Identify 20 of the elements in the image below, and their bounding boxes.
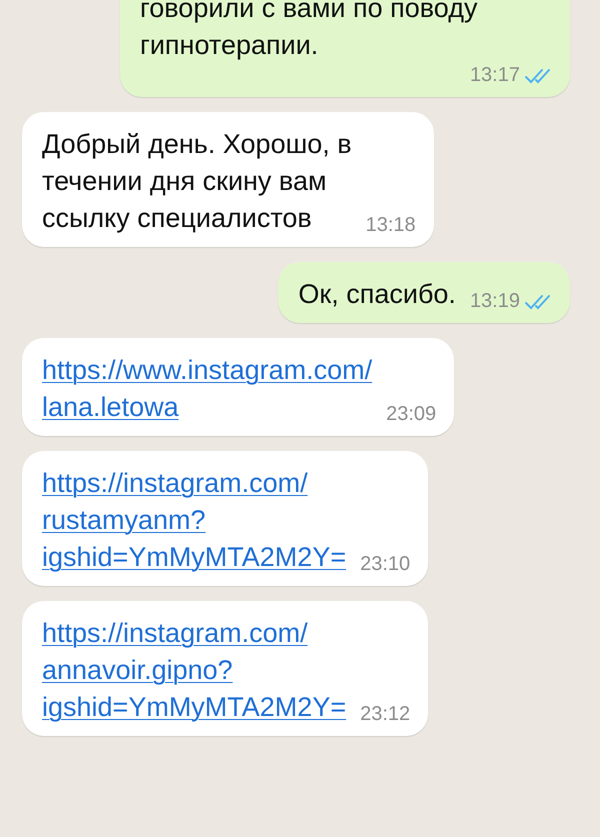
outgoing-message-bubble[interactable]: говорили с вами по поводу гипнотерапии. 13:17	[120, 0, 570, 97]
message-link[interactable]: https://instagram.com/ rustamyanm? igshid=YmMyMTA2M2Y=	[42, 465, 346, 576]
incoming-message-bubble[interactable]: https://instagram.com/ annavoir.gipno? igshid=YmMyMTA2M2Y= 23:12	[22, 601, 428, 736]
message-text: Добрый день. Хорошо, в течении дня скину вам ссылку специалистов	[42, 128, 352, 235]
read-receipt-icon	[524, 292, 552, 310]
message-link[interactable]: https://instagram.com/ annavoir.gipno? igshid=YmMyMTA2M2Y=	[42, 615, 346, 726]
message-time: 13:18	[366, 214, 416, 237]
message-text: говорили с вами по поводу гипнотерапии.	[140, 0, 478, 62]
outgoing-message-bubble[interactable]: Ок, спасибо. 13:19	[278, 262, 570, 323]
message-link[interactable]: https://www.instagram.com/ lana.letowa	[42, 352, 372, 426]
message-time: 23:10	[360, 553, 410, 576]
incoming-message-bubble[interactable]: https://instagram.com/ rustamyanm? igshid=YmMyMTA2M2Y= 23:10	[22, 451, 428, 586]
message-time: 23:09	[386, 403, 436, 426]
message-text: Ок, спасибо.	[298, 278, 456, 311]
message-time: 13:19	[470, 290, 520, 313]
message-time: 13:17	[470, 64, 520, 87]
message-time: 23:12	[360, 703, 410, 726]
incoming-message-bubble[interactable]: Добрый день. Хорошо, в течении дня скину вам ссылку специалистов 13:18	[22, 112, 434, 247]
read-receipt-icon	[524, 66, 552, 84]
incoming-message-bubble[interactable]: https://www.instagram.com/ lana.letowa 23:09	[22, 338, 454, 436]
